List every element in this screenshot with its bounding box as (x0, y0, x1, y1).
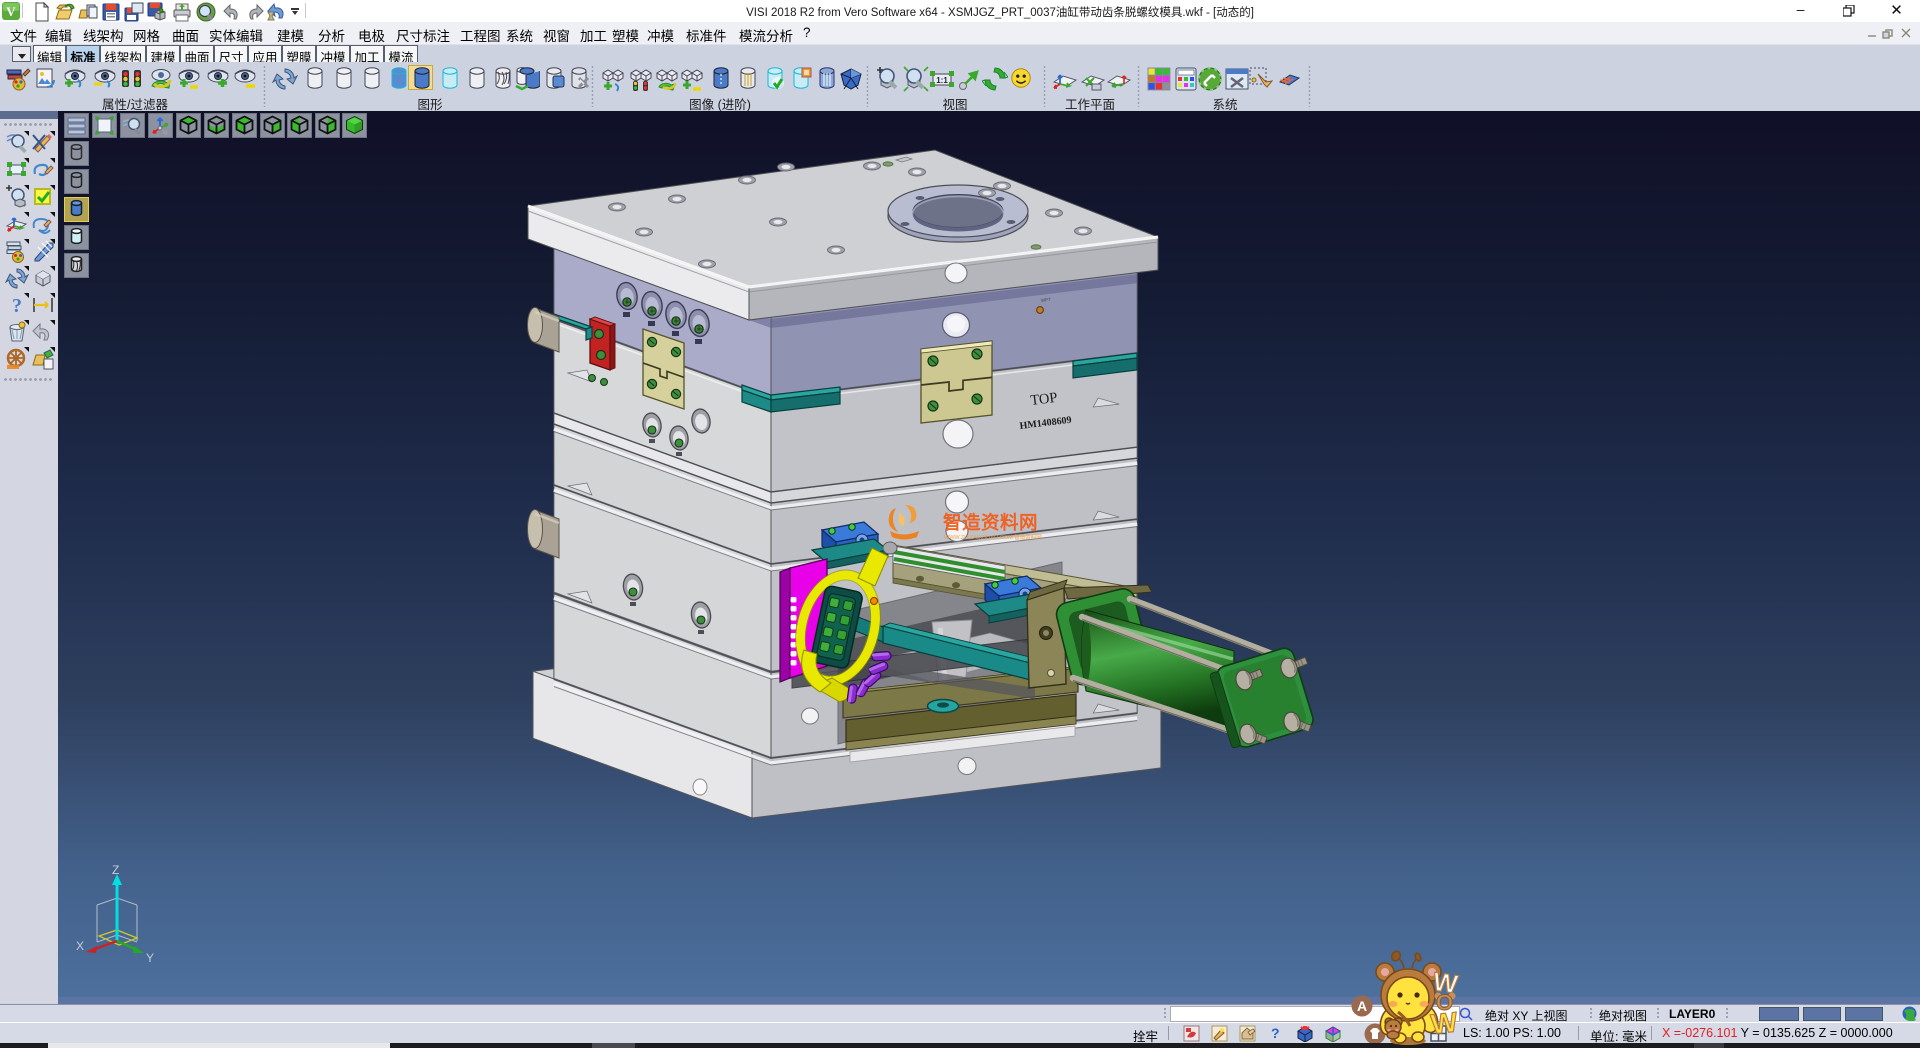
svg-text:A: A (1357, 998, 1367, 1014)
svg-text:?: ? (12, 295, 22, 317)
svg-text:V: V (6, 4, 16, 19)
svg-text:1:1: 1:1 (936, 76, 948, 85)
